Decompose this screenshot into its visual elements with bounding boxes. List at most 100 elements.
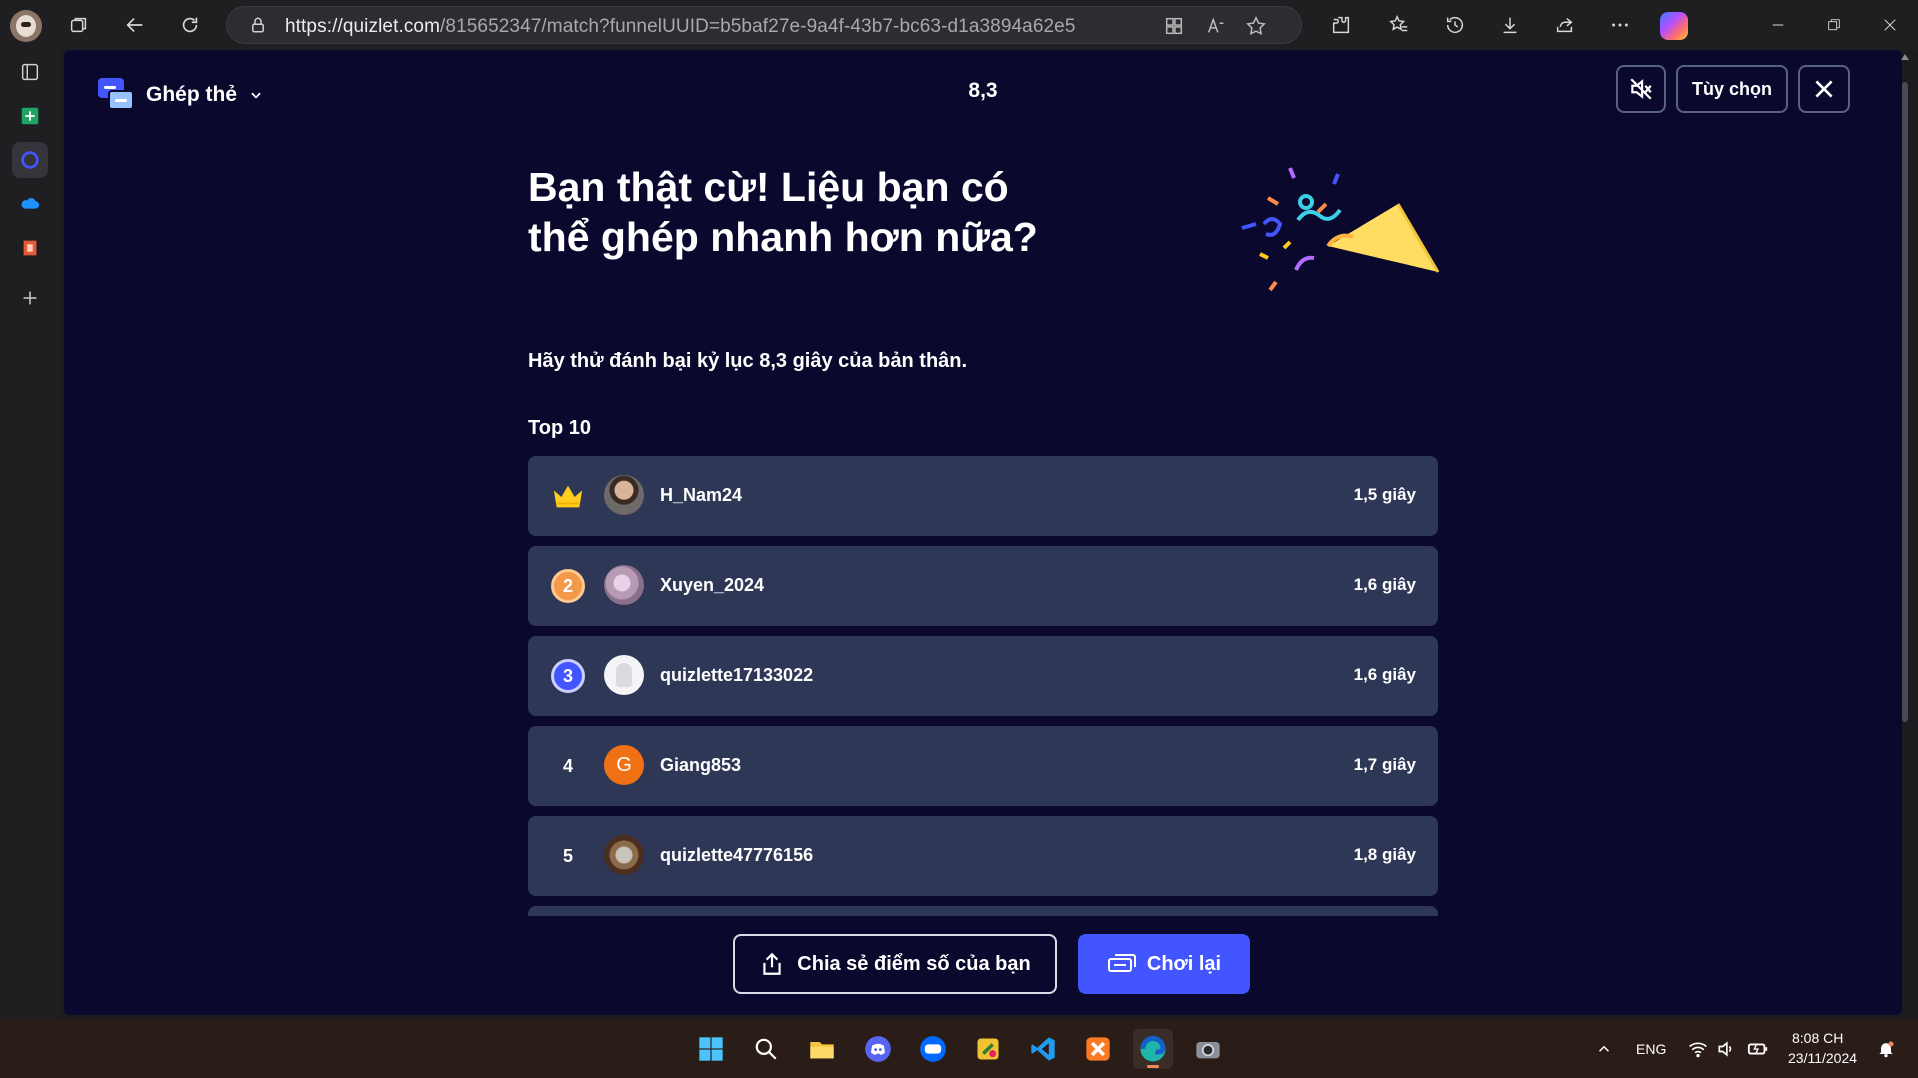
personal-record: 8,3 giây [759, 350, 833, 372]
result-subtitle: Hãy thử đánh bại kỷ lục 8,3 giây của bản… [528, 350, 967, 373]
history-icon[interactable] [1440, 10, 1470, 40]
player-name: H_Nam24 [660, 485, 743, 505]
player-time: 1,5 giây [1353, 485, 1416, 504]
favorites-icon[interactable] [1384, 10, 1414, 40]
profile-avatar[interactable] [10, 10, 42, 42]
more-menu-icon[interactable] [1605, 10, 1635, 40]
scroll-thumb[interactable] [1902, 82, 1908, 722]
address-bar[interactable]: https://quizlet.com/815652347/match?funn… [226, 6, 1302, 44]
page-scrollbar[interactable] [1900, 54, 1910, 722]
result-headline: Bạn thật cừ! Liệu bạn có thể ghép nhanh … [528, 164, 1038, 260]
back-icon[interactable] [120, 10, 150, 40]
share-score-button[interactable]: Chia sẻ điểm số của bạn [733, 934, 1057, 994]
windows-taskbar: ENG 8:08 CH 23/11/2024 [0, 1020, 1918, 1078]
close-window-icon[interactable] [1870, 10, 1910, 40]
rank-medal: 2 [550, 568, 586, 604]
sound-off-icon [1630, 78, 1652, 100]
cards-icon [1107, 954, 1136, 972]
share-page-icon[interactable] [1550, 10, 1580, 40]
notification-bell-icon[interactable] [1866, 1029, 1906, 1069]
vscode-icon[interactable] [1023, 1029, 1063, 1069]
avatar [604, 475, 644, 515]
leaderboard-row: 2 Xuyen_2024 1,6 giây [528, 546, 1438, 626]
leaderboard-row: 3 quizlette17133022 1,6 giây [528, 636, 1438, 716]
clock-time[interactable]: 8:08 CH [1792, 1030, 1843, 1046]
minimize-icon[interactable] [1758, 10, 1798, 40]
player-time: 1,6 giây [1353, 575, 1416, 594]
avatar [604, 835, 644, 875]
copilot-icon[interactable] [1660, 12, 1688, 40]
play-again-label: Chơi lại [1146, 952, 1222, 975]
active-indicator [1147, 1065, 1159, 1068]
player-time: 1,6 giây [1353, 665, 1416, 684]
zalo-icon[interactable] [913, 1029, 953, 1069]
clock-date[interactable]: 23/11/2024 [1788, 1050, 1857, 1066]
player-name: quizlette47776156 [660, 845, 814, 865]
app-available-icon[interactable] [1163, 15, 1185, 37]
battery-icon[interactable] [1738, 1029, 1778, 1069]
url-path: /815652347/match?funnelUUID=b5baf27e-9a4… [440, 16, 1076, 37]
silver-medal-badge: 2 [551, 569, 585, 603]
camera-app-icon[interactable] [1188, 1029, 1228, 1069]
input-language[interactable]: ENG [1636, 1041, 1666, 1057]
crown-icon [550, 478, 586, 514]
player-time: 1,8 giây [1353, 845, 1416, 864]
scroll-up-arrow[interactable] [1901, 54, 1909, 60]
restore-icon[interactable] [1814, 10, 1854, 40]
onedrive-icon[interactable] [12, 186, 48, 222]
edge-browser-icon[interactable] [1133, 1029, 1173, 1069]
avatar: G [604, 745, 644, 785]
favorite-star-icon[interactable] [1245, 15, 1267, 37]
add-sidebar-icon[interactable] [12, 280, 48, 316]
leaderboard-row: 5 quizlette47776156 1,8 giây [528, 816, 1438, 896]
close-icon [1815, 80, 1833, 98]
quizlet-page: Ghép thẻ 8,3 Tùy chọn Bạn thật cừ! Liệu … [64, 50, 1902, 1015]
player-name: Giang853 [660, 755, 742, 775]
rank-number: 4 [562, 755, 573, 776]
sheets-icon[interactable] [12, 98, 48, 134]
leaderboard-row: H_Nam24 1,5 giây [528, 456, 1438, 536]
tray-chevron-up-icon[interactable] [1584, 1029, 1624, 1069]
xampp-icon[interactable] [1078, 1029, 1118, 1069]
rank-medal: 3 [550, 658, 586, 694]
leaderboard-row: 4 G Giang853 1,7 giây [528, 726, 1438, 806]
lock-icon[interactable] [249, 16, 267, 34]
leaderboard-row-partial [528, 906, 1438, 916]
discord-icon[interactable] [858, 1029, 898, 1069]
party-popper-icon [1241, 167, 1440, 292]
refresh-icon[interactable] [175, 10, 205, 40]
subtitle-prefix: Hãy thử đánh bại kỷ lục [528, 350, 760, 372]
paint-app-icon[interactable] [968, 1029, 1008, 1069]
leaderboard-list: H_Nam24 1,5 giây 2 Xuyen_2024 1,6 giây 3… [528, 456, 1438, 916]
play-again-button[interactable]: Chơi lại [1078, 934, 1250, 994]
close-button[interactable] [1798, 65, 1850, 113]
workspaces-icon[interactable] [64, 10, 94, 40]
share-score-label: Chia sẻ điểm số của bạn [797, 952, 1031, 975]
downloads-icon[interactable] [1495, 10, 1525, 40]
extensions-icon[interactable] [1326, 10, 1356, 40]
edge-sidebar [0, 50, 60, 1020]
subtitle-suffix: của bản thân. [832, 350, 968, 372]
windows-start-icon[interactable] [691, 1029, 731, 1069]
mute-button[interactable] [1616, 65, 1666, 113]
tab-actions-icon[interactable] [12, 54, 48, 90]
player-name: quizlette17133022 [660, 665, 814, 685]
browser-titlebar: https://quizlet.com/815652347/match?funn… [0, 0, 1918, 50]
share-icon [763, 952, 781, 975]
rank-number: 5 [562, 845, 573, 866]
url-host: https://quizlet.com [285, 16, 441, 37]
leaderboard-title: Top 10 [528, 417, 591, 439]
options-label: Tùy chọn [1692, 78, 1772, 99]
url-text[interactable]: https://quizlet.com/815652347/match?funn… [285, 16, 1076, 38]
avatar [604, 565, 644, 605]
bronze-medal-badge: 3 [551, 659, 585, 693]
player-time: 1,7 giây [1353, 755, 1416, 774]
office-app-icon[interactable] [12, 230, 48, 266]
default-avatar-icon [604, 655, 644, 695]
quizlet-tab-icon[interactable] [12, 142, 48, 178]
file-explorer-icon[interactable] [802, 1029, 842, 1069]
read-aloud-icon[interactable] [1205, 15, 1227, 37]
player-name: Xuyen_2024 [660, 575, 765, 595]
search-icon[interactable] [746, 1029, 786, 1069]
options-button[interactable]: Tùy chọn [1676, 65, 1788, 113]
